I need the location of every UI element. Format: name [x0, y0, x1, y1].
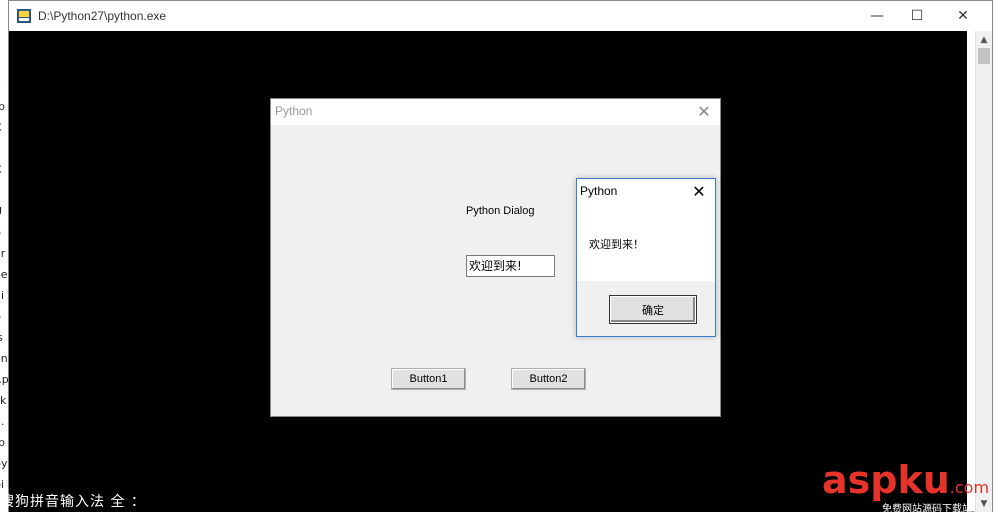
message-box-text: 欢迎到来！: [589, 238, 644, 251]
background-text-fragment: p: [0, 226, 1, 239]
background-text-fragment: U: [0, 205, 2, 218]
watermark-tagline: 免费网站源码下载站!: [882, 504, 977, 515]
background-editor-strip: un -p CyCgUp ar ee ui p is en t.p ck n. -p py pi: [0, 0, 8, 519]
background-text-fragment: -p: [0, 100, 5, 113]
ime-status: 搜狗拼音输入法 全 ：: [0, 494, 146, 510]
message-box-title: Python: [580, 184, 618, 198]
aspku-watermark: aspku.com 免费网站源码下载站!: [822, 458, 990, 515]
scroll-thumb[interactable]: [978, 48, 990, 64]
background-text-fragment: en: [0, 352, 8, 365]
background-text-fragment: ar: [0, 247, 6, 260]
background-text-fragment: pi: [0, 478, 5, 491]
maximize-button[interactable]: ☐: [894, 1, 940, 31]
background-text-fragment: C: [0, 121, 2, 134]
dialog-text-input[interactable]: 欢迎到来!: [466, 255, 555, 277]
background-text-fragment: p: [0, 310, 1, 323]
background-text-fragment: u: [0, 58, 1, 71]
dialog-close-icon[interactable]: ✕: [694, 101, 714, 121]
vertical-scrollbar[interactable]: ▲ ▼: [975, 31, 992, 512]
watermark-suffix: .com: [949, 478, 990, 497]
button2[interactable]: Button2: [511, 368, 586, 390]
message-box-close-icon[interactable]: ✕: [689, 181, 709, 201]
close-icon: ✕: [957, 8, 969, 24]
button1[interactable]: Button1: [391, 368, 466, 390]
background-text-fragment: n.: [0, 415, 5, 428]
background-text-fragment: C: [0, 163, 2, 176]
message-box-footer: 确定: [577, 281, 715, 336]
dialog-title: Python: [275, 104, 313, 118]
scroll-up-icon[interactable]: ▲: [976, 31, 992, 48]
background-text-fragment: g: [0, 184, 1, 197]
background-text-fragment: n: [0, 79, 1, 92]
background-text-fragment: ee: [0, 268, 8, 281]
console-titlebar[interactable]: D:\Python27\python.exe — ☐ ✕: [9, 1, 992, 31]
background-text-fragment: py: [0, 457, 8, 470]
background-text-fragment: -p: [0, 436, 5, 449]
dialog-titlebar[interactable]: Python ✕: [271, 99, 720, 125]
dialog-label: Python Dialog: [466, 205, 535, 217]
console-title: D:\Python27\python.exe: [38, 9, 167, 23]
message-box-titlebar[interactable]: Python ✕: [577, 179, 715, 205]
background-text-fragment: y: [0, 142, 1, 155]
ok-button[interactable]: 确定: [609, 295, 697, 324]
python-app-icon: [17, 9, 31, 23]
background-text-fragment: t.p: [0, 373, 8, 386]
message-box[interactable]: Python ✕ 欢迎到来！ 确定: [576, 178, 716, 337]
maximize-icon: ☐: [910, 8, 924, 24]
minimize-icon: —: [870, 8, 884, 24]
background-text-fragment: ui: [0, 289, 5, 302]
background-text-fragment: ck: [0, 394, 7, 407]
close-button[interactable]: ✕: [940, 1, 986, 31]
watermark-main: aspku: [822, 458, 950, 502]
background-text-fragment: is: [0, 331, 3, 344]
